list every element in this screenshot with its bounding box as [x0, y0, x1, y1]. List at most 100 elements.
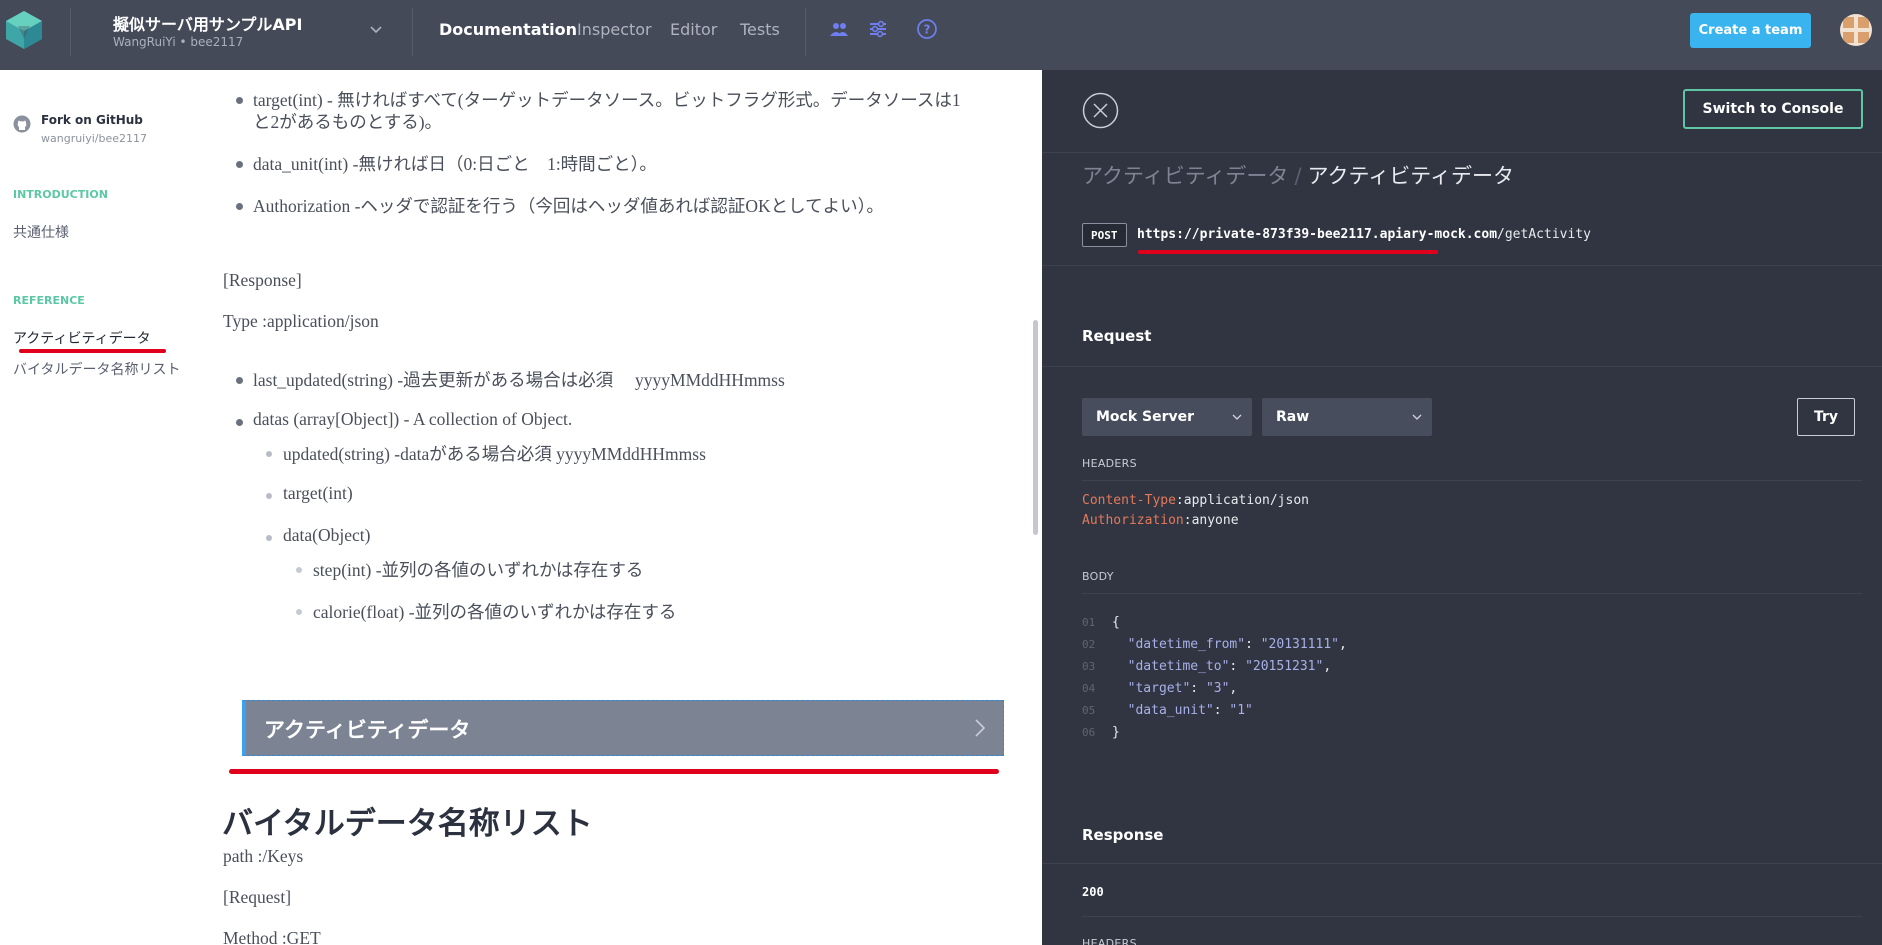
- section-heading-vital-data-list: バイタルデータ名称リスト: [222, 806, 593, 842]
- json-key: "data_unit": [1127, 703, 1214, 718]
- sidebar-item-activity-data[interactable]: アクティビティデータ: [13, 328, 151, 348]
- help-icon[interactable]: ?: [916, 18, 938, 40]
- breadcrumb: アクティビティデータ / アクティビティデータ: [1082, 160, 1514, 190]
- request-label: [Request]: [223, 887, 292, 907]
- sidebar-item-common-spec[interactable]: 共通仕様: [13, 222, 69, 242]
- divider: [1042, 863, 1882, 864]
- bullet: [266, 493, 272, 499]
- json-value: "1": [1229, 703, 1253, 718]
- bullet: [266, 535, 272, 541]
- bullet: [296, 609, 302, 615]
- chevron-down-icon[interactable]: [368, 22, 384, 38]
- line-number: 03: [1082, 660, 1096, 673]
- field-updated: updated(string) -dataがある場合必須 yyyyMMddHHm…: [283, 444, 706, 464]
- header-value: application/json: [1183, 493, 1309, 508]
- code-text: {: [1112, 615, 1120, 630]
- chevron-down-icon: [1412, 414, 1422, 420]
- code-line: 01 {: [1082, 615, 1120, 630]
- bullet: [236, 419, 243, 426]
- try-button[interactable]: Try: [1797, 398, 1855, 436]
- bullet: [236, 203, 243, 210]
- divider: [1042, 152, 1882, 153]
- bullet: [266, 451, 272, 457]
- field-datas: datas (array[Object]) - A collection of …: [253, 409, 573, 429]
- team-icon[interactable]: [828, 18, 850, 40]
- response-label: [Response]: [223, 270, 302, 290]
- top-navigation-bar: 擬似サーバ用サンプルAPI WangRuiYi • bee2117 Docume…: [0, 0, 1882, 70]
- github-repo-name: wangruiyi/bee2117: [41, 132, 148, 145]
- line-number: 06: [1082, 726, 1096, 739]
- field-calorie: calorie(float) -並列の各値のいずれかは存在する: [313, 602, 677, 622]
- tab-editor[interactable]: Editor: [670, 20, 717, 39]
- response-headers-label: HEADERS: [1082, 937, 1137, 945]
- headers-label: HEADERS: [1082, 457, 1137, 470]
- divider: [1042, 366, 1882, 367]
- param-target-line2: と2があるものとする)。: [253, 112, 443, 132]
- json-comma: ,: [1323, 659, 1332, 674]
- format-select-value: Raw: [1276, 409, 1310, 425]
- breadcrumb-current: アクティビティデータ: [1307, 164, 1514, 188]
- bullet: [236, 161, 243, 168]
- line-number: 04: [1082, 682, 1096, 695]
- line-number: 02: [1082, 638, 1096, 651]
- tab-tests[interactable]: Tests: [740, 20, 780, 39]
- server-select[interactable]: Mock Server: [1082, 398, 1252, 436]
- documentation-content: target(int) - 無ければすべて(ターゲットデータソース。ビットフラグ…: [200, 70, 1042, 945]
- github-icon[interactable]: [13, 115, 31, 133]
- switch-to-console-button[interactable]: Switch to Console: [1683, 89, 1863, 129]
- breadcrumb-separator: /: [1294, 164, 1302, 188]
- code-line: 05 "data_unit": "1": [1082, 703, 1253, 718]
- user-avatar[interactable]: [1840, 14, 1872, 46]
- chevron-down-icon: [1232, 414, 1242, 420]
- code-text: }: [1112, 725, 1120, 740]
- breadcrumb-group[interactable]: アクティビティデータ: [1082, 164, 1288, 188]
- response-status-code: 200: [1082, 885, 1104, 899]
- red-underline-annotation: [19, 349, 166, 353]
- console-panel: Switch to Console アクティビティデータ / アクティビティデータ …: [1042, 70, 1882, 945]
- scrollbar-thumb[interactable]: [1033, 320, 1038, 535]
- settings-sliders-icon[interactable]: [867, 18, 889, 40]
- section-introduction: INTRODUCTION: [13, 188, 108, 201]
- divider: [1082, 480, 1862, 481]
- param-data-unit: data_unit(int) -無ければ日（0:日ごと 1:時間ごと）。: [253, 154, 657, 174]
- bullet: [296, 567, 302, 573]
- field-last-updated: last_updated(string) -過去更新がある場合は必須 yyyyM…: [253, 370, 785, 390]
- header-key: Authorization: [1082, 513, 1184, 528]
- json-value: "20131111": [1260, 637, 1339, 652]
- section-reference: REFERENCE: [13, 294, 85, 307]
- json-value: "20151231": [1245, 659, 1324, 674]
- json-key: "datetime_to": [1127, 659, 1230, 674]
- red-underline-annotation: [1138, 250, 1438, 254]
- action-activity-data-bar[interactable]: アクティビティデータ: [242, 700, 1004, 756]
- tab-documentation[interactable]: Documentation: [439, 20, 577, 39]
- header-content-type: Content-Type:application/json: [1082, 493, 1309, 508]
- body-label: BODY: [1082, 570, 1114, 583]
- svg-text:?: ?: [924, 23, 931, 37]
- sidebar-item-vital-data-list[interactable]: バイタルデータ名称リスト: [13, 359, 180, 379]
- header-key: Content-Type: [1082, 493, 1176, 508]
- request-url[interactable]: https://private-873f39-bee2117.apiary-mo…: [1137, 227, 1591, 242]
- create-team-button[interactable]: Create a team: [1690, 13, 1811, 48]
- server-select-value: Mock Server: [1096, 409, 1195, 425]
- field-data: data(Object): [283, 525, 371, 545]
- param-authorization: Authorization -ヘッダで認証を行う（今回はヘッダ値あれば認証OKと…: [253, 196, 884, 216]
- header-authorization: Authorization:anyone: [1082, 513, 1239, 528]
- url-path: /getActivity: [1497, 227, 1591, 242]
- tab-inspector[interactable]: Inspector: [577, 20, 652, 39]
- path-line: path :/Keys: [223, 846, 304, 866]
- method-line: Method :GET: [223, 928, 321, 945]
- divider: [412, 8, 413, 56]
- format-select[interactable]: Raw: [1262, 398, 1432, 436]
- header-value: anyone: [1191, 513, 1239, 528]
- sidebar: Fork on GitHub wangruiyi/bee2117 INTRODU…: [0, 70, 200, 945]
- close-icon[interactable]: [1082, 92, 1119, 129]
- divider: [1082, 916, 1862, 917]
- line-number: 05: [1082, 704, 1096, 717]
- code-line: 06}: [1082, 725, 1120, 740]
- fork-on-github-link[interactable]: Fork on GitHub: [41, 113, 143, 127]
- field-target: target(int): [283, 483, 353, 503]
- apiary-logo-icon[interactable]: [4, 9, 44, 51]
- code-line: 03 "datetime_to": "20151231",: [1082, 659, 1332, 674]
- code-line: 02 "datetime_from": "20131111",: [1082, 637, 1347, 652]
- project-title[interactable]: 擬似サーバ用サンプルAPI: [113, 11, 302, 35]
